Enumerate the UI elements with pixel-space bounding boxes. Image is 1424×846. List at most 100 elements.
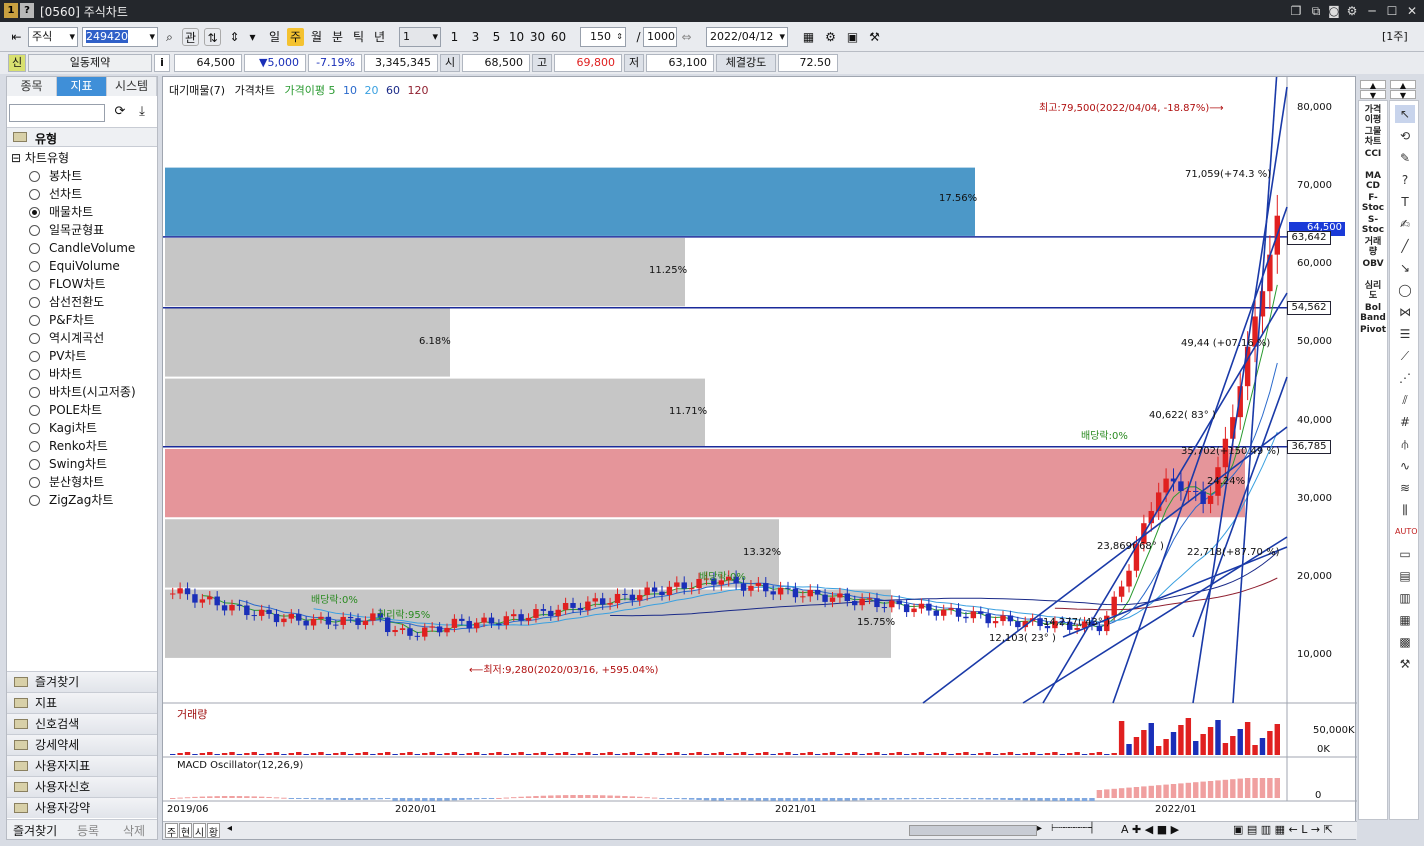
trend-icon[interactable]: ⟋ <box>1395 347 1415 365</box>
chart-type-label[interactable]: 매물차트 <box>49 203 93 221</box>
wave-icon[interactable]: ≋ <box>1395 479 1415 497</box>
period-day[interactable]: 일 <box>266 28 283 46</box>
indicator-quick-button[interactable]: F- Stoc <box>1359 193 1387 213</box>
section-header[interactable]: 유형 <box>7 127 157 147</box>
period-tick[interactable]: 틱 <box>350 28 367 46</box>
chart-type-radio[interactable] <box>29 369 40 380</box>
register-button[interactable]: 등록 <box>77 822 99 839</box>
delete-button[interactable]: 삭제 <box>123 822 145 839</box>
chart-type-label[interactable]: 분산형차트 <box>49 473 104 491</box>
scroll-up-icon[interactable]: ▲ <box>1360 80 1386 90</box>
camera-icon[interactable]: ◙ <box>1326 3 1342 19</box>
first-icon[interactable]: ⇤ <box>8 28 25 46</box>
fan-icon[interactable]: ⋰ <box>1395 369 1415 387</box>
tools-icon[interactable]: ⚒ <box>866 28 883 46</box>
scrollbar-thumb[interactable] <box>909 825 1037 836</box>
help-icon[interactable]: ? <box>20 3 34 18</box>
category-item[interactable]: 사용자지표 <box>7 755 157 776</box>
indicator-quick-button[interactable]: MA CD <box>1359 171 1387 191</box>
chart-icon[interactable]: ▦ <box>800 28 817 46</box>
interval-select[interactable]: 1 ▾ <box>399 27 441 47</box>
indicator-quick-button[interactable]: 심리 도 <box>1359 281 1387 301</box>
chart-canvas[interactable] <box>163 77 1357 841</box>
legend-ma5[interactable]: 가격이평 5 <box>285 84 336 97</box>
scroll-up-icon[interactable]: ▲ <box>1390 80 1416 90</box>
chart-type-label[interactable]: 역시계곡선 <box>49 329 104 347</box>
chart-type-label[interactable]: P&F차트 <box>49 311 95 329</box>
scroll-down-icon[interactable]: ▼ <box>1360 90 1386 100</box>
search-icon[interactable]: ⌕ <box>161 28 178 46</box>
legend-price[interactable]: 가격차트 <box>235 84 275 97</box>
scroll-right-icon[interactable]: ▸ <box>1037 823 1042 834</box>
chart-type-radio[interactable] <box>29 261 40 272</box>
period-month[interactable]: 월 <box>308 28 325 46</box>
category-item[interactable]: 사용자강약 <box>7 797 157 818</box>
chart-type-radio[interactable] <box>29 495 40 506</box>
tab-system[interactable]: 시스템 <box>107 77 157 96</box>
chart-type-radio[interactable] <box>29 189 40 200</box>
maximize-icon[interactable]: ☐ <box>1384 3 1400 19</box>
period-minute[interactable]: 분 <box>329 28 346 46</box>
category-item[interactable]: 즐겨찾기 <box>7 671 157 692</box>
close-icon[interactable]: ✕ <box>1404 3 1420 19</box>
scroll-left-icon[interactable]: ◂ <box>227 823 232 834</box>
link-icon[interactable]: ⧉ <box>1308 3 1324 19</box>
group-header[interactable]: ⊟ 차트유형 <box>11 149 69 166</box>
pitchfork-icon[interactable]: ⫛ <box>1395 435 1415 453</box>
chart-type-radio[interactable] <box>29 315 40 326</box>
gear-icon[interactable]: ⚙ <box>822 28 839 46</box>
indicator-search-input[interactable] <box>9 104 105 122</box>
tab-stocks[interactable]: 종목 <box>7 77 57 96</box>
min-1[interactable]: 1 <box>446 28 463 46</box>
date-select[interactable]: 2022/04/12 ▾ <box>706 27 788 47</box>
settings-icon[interactable]: ⚙ <box>1344 3 1360 19</box>
report-icon[interactable]: ▦ <box>1395 611 1415 629</box>
hline-icon[interactable]: ☰ <box>1395 325 1415 343</box>
download-icon[interactable]: ⤓ <box>133 104 151 122</box>
nav-controls[interactable]: A ✚ ◀ ■ ▶ <box>1121 823 1179 836</box>
chart-type-label[interactable]: 봉차트 <box>49 167 82 185</box>
chart-type-radio[interactable] <box>29 477 40 488</box>
favorites-tab[interactable]: 즐겨찾기 <box>13 822 57 839</box>
note-icon[interactable]: ✍ <box>1395 215 1415 233</box>
chart-type-label[interactable]: ZigZag차트 <box>49 491 113 509</box>
chart-type-label[interactable]: POLE차트 <box>49 401 102 419</box>
indicator-quick-button[interactable]: 가격 이평 <box>1359 105 1387 125</box>
chart-type-radio[interactable] <box>29 171 40 182</box>
gwan-button[interactable]: 관 <box>182 28 199 46</box>
chart-type-radio[interactable] <box>29 279 40 290</box>
undo-icon[interactable]: ⟲ <box>1395 127 1415 145</box>
wrench-icon[interactable]: ⚒ <box>1395 655 1415 673</box>
cursor-icon[interactable]: ↖ <box>1395 105 1415 123</box>
minimize-icon[interactable]: ─ <box>1364 3 1380 19</box>
chart-type-radio[interactable] <box>29 333 40 344</box>
chart-type-label[interactable]: 바차트(시고저종) <box>49 383 136 401</box>
save-icon[interactable]: ▣ <box>844 28 861 46</box>
info-icon[interactable]: i <box>154 54 170 72</box>
chart-area[interactable]: 대기매물(7) 가격차트 가격이평 5 10 20 60 120 64,500 … <box>162 76 1357 841</box>
spin-icon[interactable]: ⇕ <box>226 28 243 46</box>
chart-type-radio[interactable] <box>29 441 40 452</box>
line-icon[interactable]: ╱ <box>1395 237 1415 255</box>
min-3[interactable]: 3 <box>467 28 484 46</box>
indicator-quick-button[interactable]: OBV <box>1359 259 1387 269</box>
legend-ma10[interactable]: 10 <box>343 84 357 97</box>
chart-type-radio[interactable] <box>29 297 40 308</box>
code-input[interactable]: 249420 ▾ <box>82 27 158 47</box>
chart-type-label[interactable]: FLOW차트 <box>49 275 106 293</box>
min-5[interactable]: 5 <box>488 28 505 46</box>
chart-type-label[interactable]: EquiVolume <box>49 257 120 275</box>
category-item[interactable]: 강세약세 <box>7 734 157 755</box>
chart-bar-icon[interactable]: ▥ <box>1395 589 1415 607</box>
period-week[interactable]: 주 <box>287 28 304 46</box>
auto-icon[interactable]: AUTO <box>1395 523 1418 541</box>
refresh-icon[interactable]: ⟳ <box>111 104 129 122</box>
expand-icon[interactable]: ⇔ <box>678 28 695 46</box>
fib-icon[interactable]: ⋈ <box>1395 303 1415 321</box>
bars-icon[interactable]: ⫼ <box>1395 501 1415 519</box>
table-icon[interactable]: ▩ <box>1395 633 1415 651</box>
chart-type-label[interactable]: Renko차트 <box>49 437 108 455</box>
legend-ma20[interactable]: 20 <box>365 84 379 97</box>
arrow-line-icon[interactable]: ↘ <box>1395 259 1415 277</box>
indicator-quick-button[interactable]: S- Stoc <box>1359 215 1387 235</box>
